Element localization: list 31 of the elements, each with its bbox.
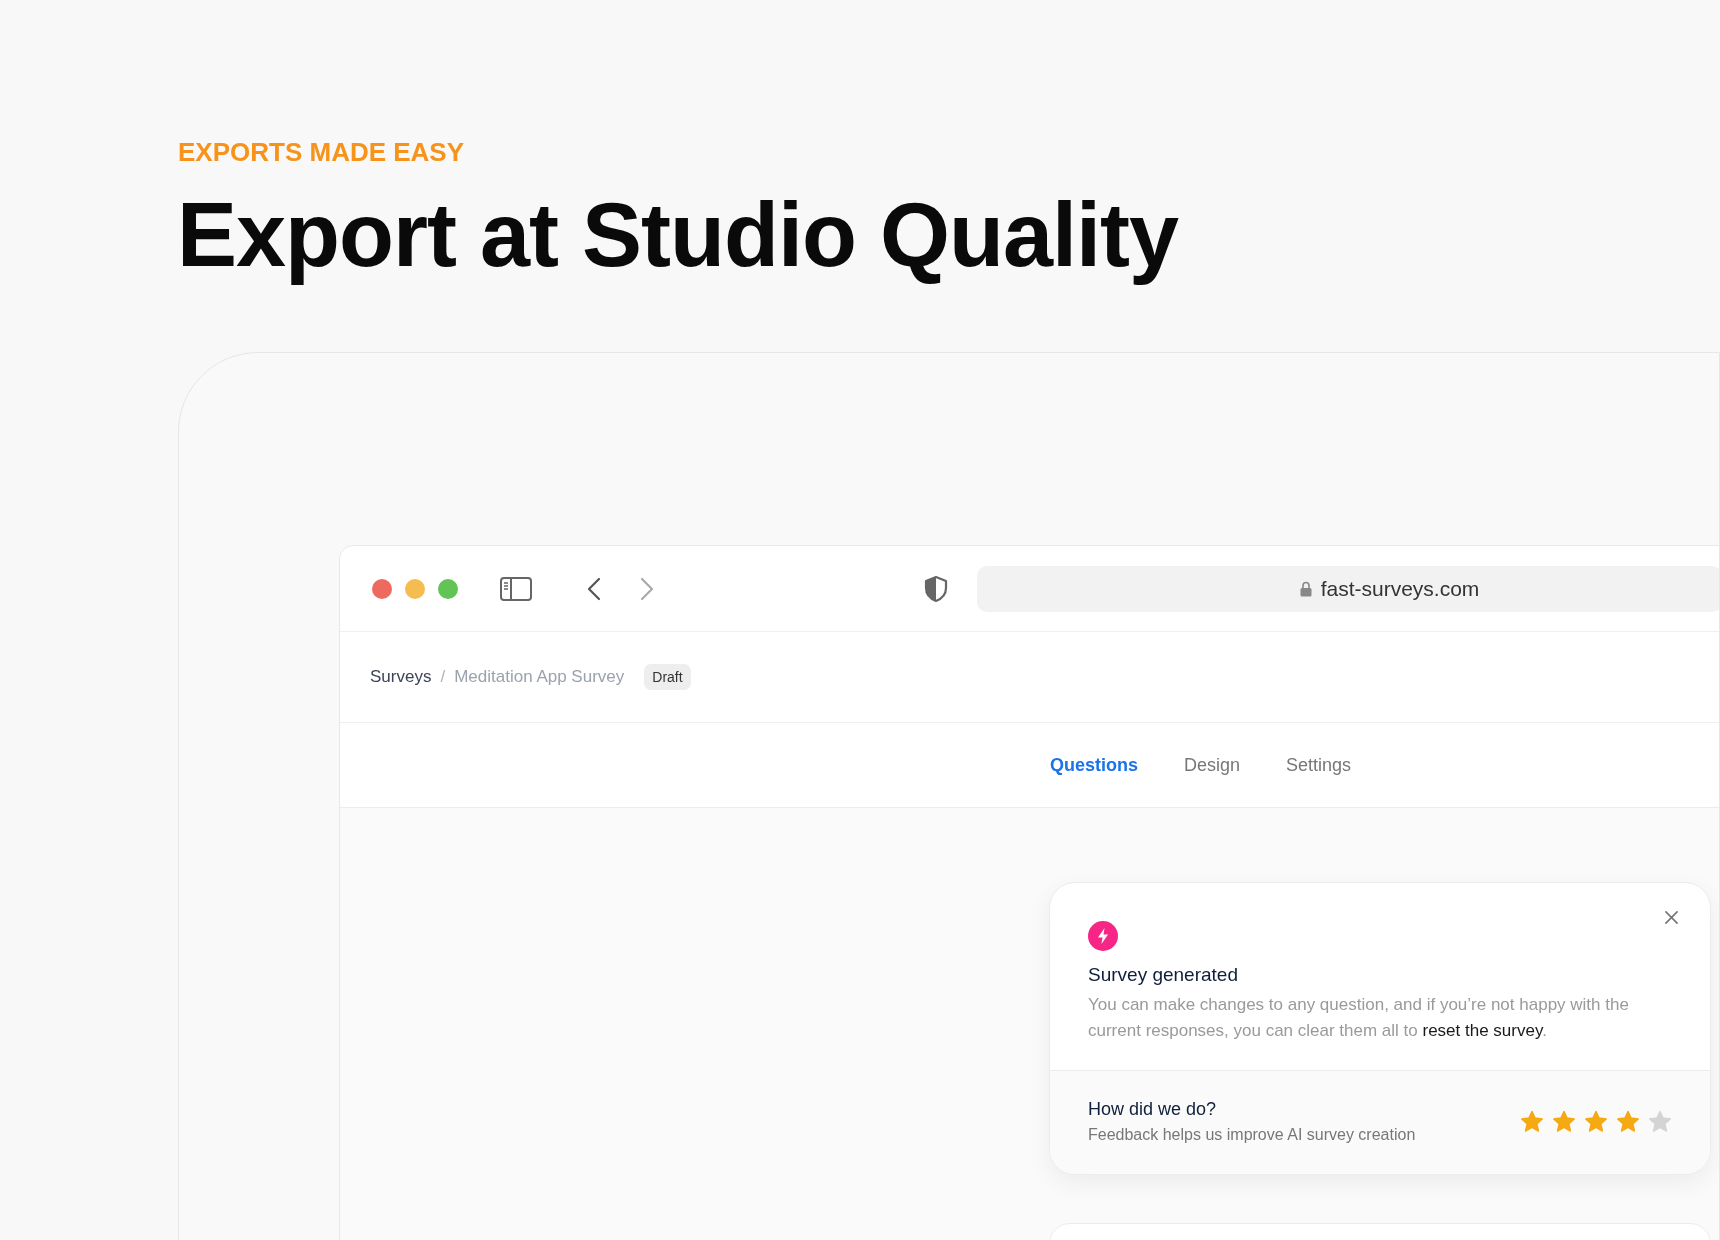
star-icon[interactable] <box>1616 1109 1640 1134</box>
tab[interactable]: Questions <box>1050 754 1138 776</box>
back-icon[interactable] <box>587 576 601 601</box>
minimize-window-button[interactable] <box>405 578 425 599</box>
lock-icon <box>1299 580 1312 597</box>
lightning-icon <box>1088 921 1118 951</box>
star-rating[interactable] <box>1520 1109 1672 1134</box>
star-icon[interactable] <box>1520 1109 1544 1134</box>
url-text: fast-surveys.com <box>1320 576 1480 601</box>
tab[interactable]: Design <box>1184 754 1241 776</box>
feedback-subtitle: Feedback helps us improve AI survey creation <box>1088 1126 1416 1144</box>
address-bar[interactable]: fast-surveys.com <box>977 565 1719 612</box>
notice-title: Survey generated <box>1088 964 1239 986</box>
star-icon[interactable] <box>1584 1109 1608 1134</box>
feedback-title: How did we do? <box>1088 1099 1218 1120</box>
notice-text: You can make changes to any question, and if you’re not happy with the current responses, you can clear them all to reset the survey. <box>1088 994 1630 1042</box>
maximize-window-button[interactable] <box>438 578 458 599</box>
tab[interactable]: Settings <box>1286 754 1352 776</box>
reset-survey-link[interactable]: reset the survey <box>1422 1021 1543 1040</box>
close-window-button[interactable] <box>372 578 392 599</box>
eyebrow-label: EXPORTS MADE EASY <box>178 136 466 168</box>
status-badge: Draft <box>644 664 691 690</box>
star-icon[interactable] <box>1648 1109 1672 1134</box>
sidebar-toggle-icon[interactable] <box>500 576 532 601</box>
headline: Export at Studio Quality <box>177 184 1180 287</box>
star-icon[interactable] <box>1552 1109 1576 1134</box>
close-icon[interactable] <box>1665 911 1678 924</box>
shield-icon[interactable] <box>924 574 948 603</box>
breadcrumb-link[interactable]: Meditation App Survey <box>454 667 625 687</box>
breadcrumb-separator: / <box>440 667 446 687</box>
breadcrumb-link[interactable]: Surveys <box>370 667 432 687</box>
